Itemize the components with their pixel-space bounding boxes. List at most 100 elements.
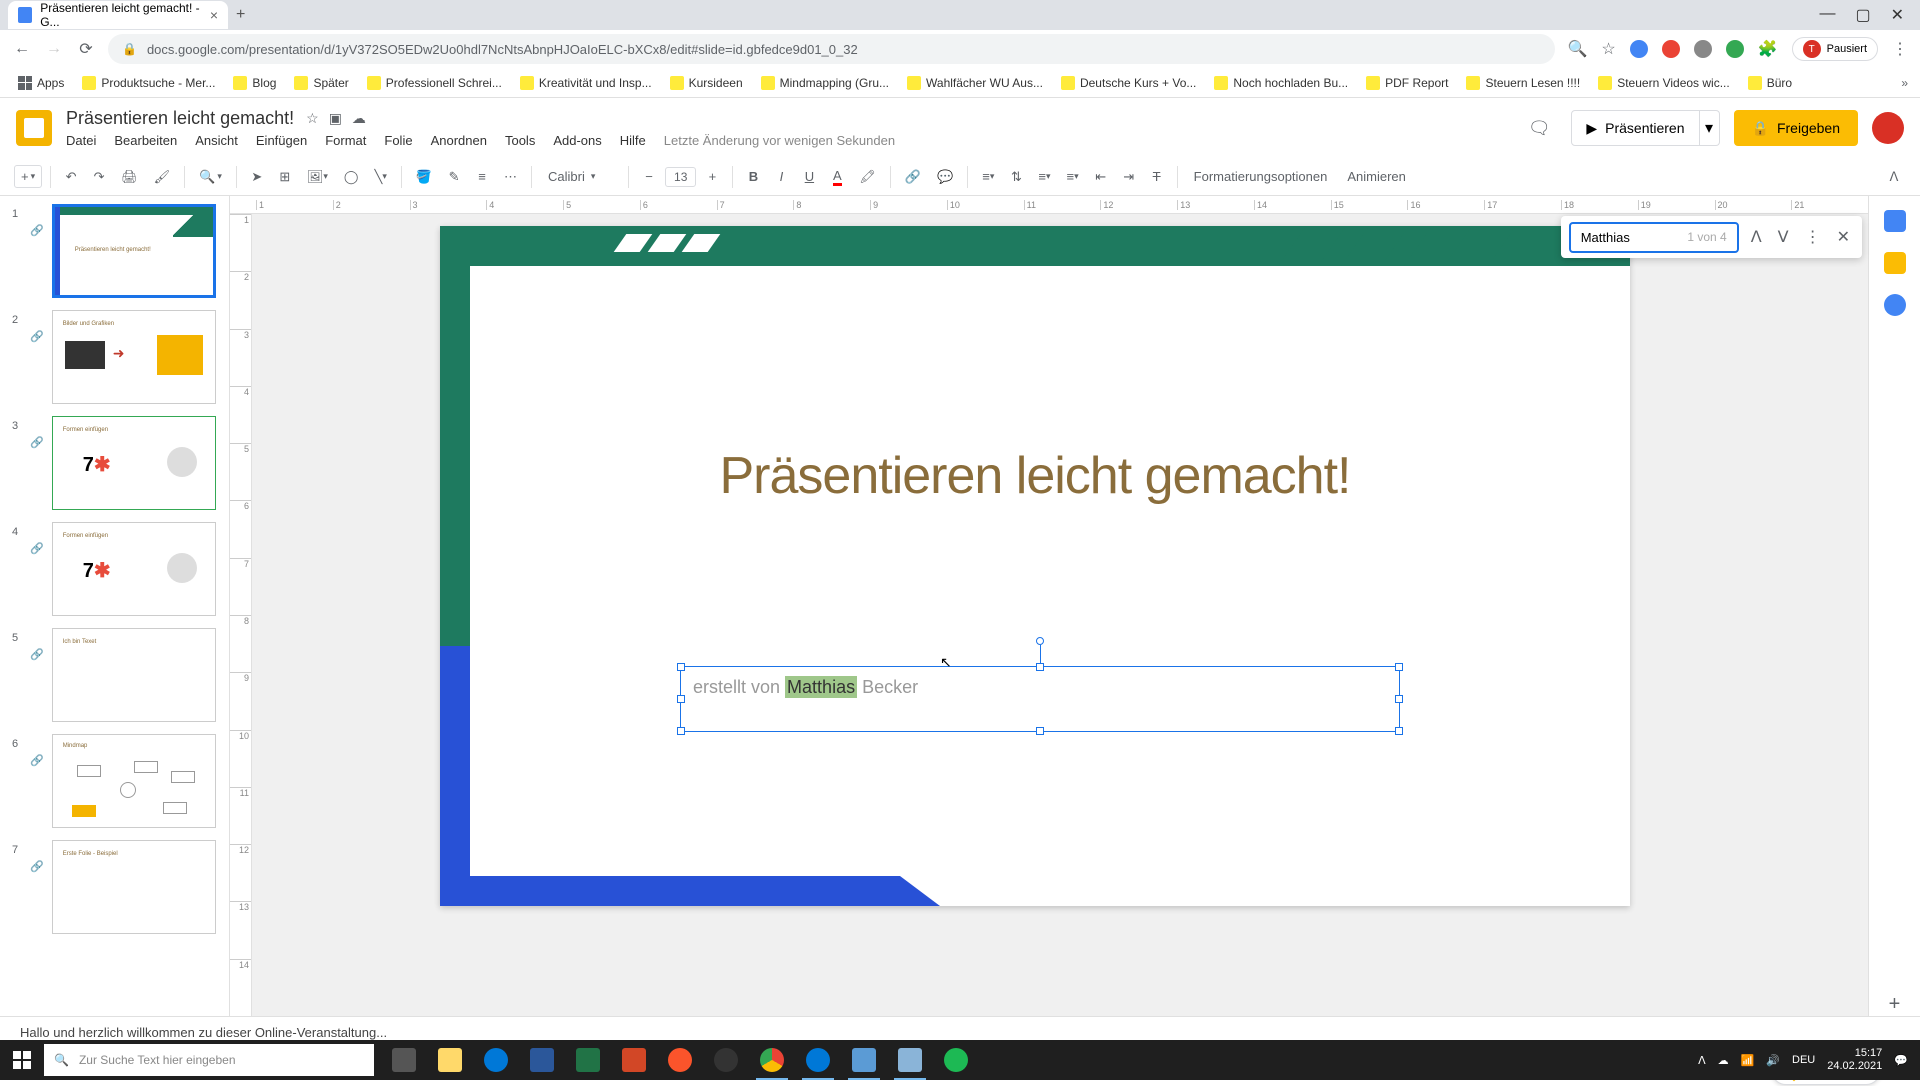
tasks-icon[interactable] [1884, 294, 1906, 316]
find-prev-icon[interactable]: ᐱ [1747, 223, 1766, 251]
account-avatar[interactable] [1872, 112, 1904, 144]
star-icon[interactable]: ☆ [306, 110, 319, 127]
indent-increase-button[interactable]: ⇥ [1117, 165, 1141, 189]
close-tab-icon[interactable]: × [210, 7, 218, 23]
calendar-icon[interactable] [1884, 210, 1906, 232]
browser-menu-icon[interactable]: ⋮ [1892, 39, 1908, 59]
bookmark-item[interactable]: Blog [227, 74, 282, 92]
paint-format-button[interactable]: 🖌 [148, 165, 177, 189]
bookmark-item[interactable]: Steuern Lesen !!!! [1460, 74, 1586, 92]
menu-edit[interactable]: Bearbeiten [114, 133, 177, 148]
menu-file[interactable]: Datei [66, 133, 96, 148]
browser-tab[interactable]: Präsentieren leicht gemacht! - G... × [8, 1, 228, 29]
slide-thumbnail-5[interactable]: Ich bin Texet [52, 628, 216, 722]
line-spacing-button[interactable]: ⇅ [1004, 165, 1028, 189]
extension-icon[interactable] [1662, 40, 1680, 58]
extension-icon[interactable] [1630, 40, 1648, 58]
slides-logo-icon[interactable] [16, 110, 52, 146]
find-options-icon[interactable]: ⋮ [1801, 223, 1825, 251]
bookmark-item[interactable]: Noch hochladen Bu... [1208, 74, 1354, 92]
rotate-handle[interactable] [1036, 637, 1044, 645]
bulleted-list-button[interactable]: ≡▾ [1061, 165, 1085, 188]
share-button[interactable]: 🔒 Freigeben [1734, 110, 1858, 146]
italic-button[interactable]: I [769, 165, 793, 188]
slide-canvas[interactable]: Präsentieren leicht gemacht! erstellt vo… [440, 226, 1630, 906]
animate-button[interactable]: Animieren [1339, 165, 1414, 188]
border-color-button[interactable]: ✎ [442, 165, 466, 189]
extensions-menu-icon[interactable]: 🧩 [1758, 39, 1778, 59]
edge-app[interactable] [474, 1040, 518, 1080]
forward-button[interactable]: → [44, 40, 64, 58]
font-size-input[interactable]: 13 [665, 167, 696, 187]
slide-thumbnail-7[interactable]: Erste Folie - Beispiel [52, 840, 216, 934]
resize-handle[interactable] [1395, 695, 1403, 703]
comments-button[interactable]: 🗨 [1521, 110, 1557, 146]
subtitle-textbox[interactable]: erstellt von Matthias Becker [680, 666, 1400, 732]
bookmark-item[interactable]: Büro [1742, 74, 1798, 92]
fill-color-button[interactable]: 🪣 [410, 165, 438, 189]
underline-button[interactable]: U [797, 165, 821, 188]
tray-expand-icon[interactable]: ᐱ [1698, 1054, 1706, 1067]
bookmark-item[interactable]: Wahlfächer WU Aus... [901, 74, 1049, 92]
resize-handle[interactable] [1395, 663, 1403, 671]
bookmark-item[interactable]: Professionell Schrei... [361, 74, 508, 92]
back-button[interactable]: ← [12, 40, 32, 58]
menu-insert[interactable]: Einfügen [256, 133, 307, 148]
bold-button[interactable]: B [741, 165, 765, 188]
slide-thumbnail-3[interactable]: Formen einfügen7✱ [52, 416, 216, 510]
find-input[interactable]: Matthias 1 von 4 [1569, 222, 1739, 253]
menu-slide[interactable]: Folie [384, 133, 412, 148]
slide-thumbnail-2[interactable]: Bilder und Grafiken➜ [52, 310, 216, 404]
subtitle-text[interactable]: erstellt von Matthias Becker [681, 667, 1399, 708]
onedrive-icon[interactable]: ☁ [1718, 1054, 1729, 1067]
obs-app[interactable] [704, 1040, 748, 1080]
bookmarks-overflow-icon[interactable]: » [1901, 76, 1908, 90]
zoom-icon[interactable]: 🔍 [1567, 39, 1587, 59]
last-change-text[interactable]: Letzte Änderung vor wenigen Sekunden [664, 133, 895, 148]
extension-icon[interactable] [1726, 40, 1744, 58]
resize-handle[interactable] [1036, 727, 1044, 735]
bookmark-item[interactable]: Kursideen [664, 74, 749, 92]
notepad-app[interactable] [888, 1040, 932, 1080]
undo-button[interactable]: ↶ [59, 165, 83, 189]
shape-tool[interactable]: ◯ [338, 165, 365, 189]
resize-handle[interactable] [677, 727, 685, 735]
edge-app-2[interactable] [796, 1040, 840, 1080]
bookmark-item[interactable]: Produktsuche - Mer... [76, 74, 221, 92]
present-button[interactable]: ▶ Präsentieren [1571, 110, 1699, 146]
task-view-button[interactable] [382, 1040, 426, 1080]
window-maximize-icon[interactable]: ▢ [1855, 5, 1870, 25]
clear-format-button[interactable]: T [1145, 165, 1169, 188]
window-minimize-icon[interactable]: — [1819, 5, 1835, 25]
add-addon-icon[interactable]: + [1889, 993, 1901, 1016]
slide-thumbnail-4[interactable]: Formen einfügen7✱ [52, 522, 216, 616]
menu-format[interactable]: Format [325, 133, 366, 148]
numbered-list-button[interactable]: ≡▾ [1032, 165, 1056, 188]
border-dash-button[interactable]: ⋯ [498, 165, 523, 189]
indent-decrease-button[interactable]: ⇤ [1089, 165, 1113, 189]
bookmark-star-icon[interactable]: ☆ [1601, 39, 1615, 59]
resize-handle[interactable] [677, 663, 685, 671]
slide-thumbnail-1[interactable]: Präsentieren leicht gemacht! [52, 204, 216, 298]
bookmark-item[interactable]: Kreativität und Insp... [514, 74, 658, 92]
link-button[interactable]: 🔗 [899, 165, 927, 189]
apps-shortcut[interactable]: Apps [12, 74, 70, 92]
move-icon[interactable]: ▣ [329, 110, 342, 127]
bookmark-item[interactable]: Später [288, 74, 354, 92]
menu-tools[interactable]: Tools [505, 133, 535, 148]
redo-button[interactable]: ↷ [87, 165, 111, 189]
new-tab-button[interactable]: + [236, 6, 245, 24]
start-button[interactable] [0, 1040, 44, 1080]
comment-button[interactable]: 💬 [931, 165, 959, 189]
find-next-icon[interactable]: ᐯ [1774, 223, 1793, 251]
document-title[interactable]: Präsentieren leicht gemacht! [66, 108, 294, 129]
extension-icon[interactable] [1694, 40, 1712, 58]
menu-addons[interactable]: Add-ons [553, 133, 601, 148]
wifi-icon[interactable]: 📶 [1741, 1054, 1755, 1067]
brave-app[interactable] [658, 1040, 702, 1080]
image-tool[interactable]: 🖼▾ [301, 165, 334, 189]
present-dropdown[interactable]: ▾ [1700, 110, 1720, 146]
collapse-toolbar-icon[interactable]: ᐱ [1882, 165, 1906, 189]
reload-button[interactable]: ⟳ [76, 39, 96, 59]
volume-icon[interactable]: 🔊 [1766, 1054, 1780, 1067]
